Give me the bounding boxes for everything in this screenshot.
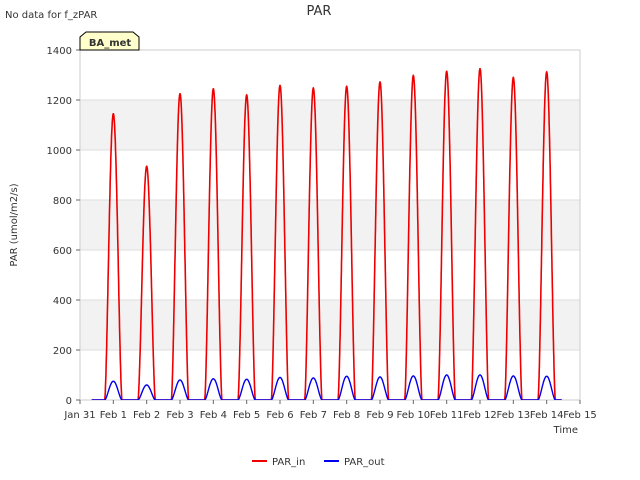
x-tick-label: Feb 4 bbox=[200, 410, 227, 421]
x-tick-label: Feb 3 bbox=[166, 410, 193, 421]
par-chart: 0 200 400 600 800 1000 1200 1400 Jan 31 Feb 1 Feb… bbox=[5, 4, 597, 468]
site-badge: BA_met bbox=[79, 31, 140, 51]
x-tick-label: Feb 9 bbox=[366, 410, 393, 421]
y-axis-ticks: 0 200 400 600 800 1000 1200 1400 bbox=[47, 46, 80, 407]
y-axis-label: PAR (umol/m2/s) bbox=[9, 183, 20, 266]
x-tick-label: Feb 11 bbox=[430, 410, 464, 421]
grid-bands bbox=[80, 100, 580, 350]
y-tick-label: 400 bbox=[53, 296, 72, 307]
x-tick-label: Feb 14 bbox=[530, 410, 564, 421]
y-tick-label: 800 bbox=[53, 196, 72, 207]
y-tick-label: 200 bbox=[53, 346, 72, 357]
x-tick-label: Feb 13 bbox=[497, 410, 531, 421]
corner-note: No data for f_zPAR bbox=[5, 10, 97, 21]
x-tick-label: Feb 12 bbox=[463, 410, 497, 421]
y-tick-label: 600 bbox=[53, 246, 72, 257]
y-tick-label: 1200 bbox=[47, 96, 72, 107]
x-tick-label: Feb 2 bbox=[133, 410, 160, 421]
x-tick-label: Feb 8 bbox=[333, 410, 360, 421]
legend: PAR_in PAR_out bbox=[252, 457, 385, 468]
y-tick-label: 0 bbox=[66, 396, 72, 407]
x-tick-label: Feb 5 bbox=[233, 410, 260, 421]
x-tick-label: Feb 1 bbox=[100, 410, 127, 421]
chart-title: PAR bbox=[307, 4, 332, 19]
x-tick-label: Feb 6 bbox=[266, 410, 293, 421]
x-tick-label: Feb 10 bbox=[397, 410, 431, 421]
grid-band bbox=[80, 100, 580, 150]
grid-band bbox=[80, 300, 580, 350]
x-tick-label: Jan 31 bbox=[63, 410, 95, 421]
x-tick-label: Feb 15 bbox=[563, 410, 597, 421]
x-axis-ticks: Jan 31 Feb 1 Feb 2 Feb 3 Feb 4 Feb 5 Feb 6 Feb … bbox=[63, 400, 597, 421]
legend-label-par-out: PAR_out bbox=[344, 457, 385, 468]
y-tick-label: 1000 bbox=[47, 146, 72, 157]
x-tick-label: Feb 7 bbox=[300, 410, 327, 421]
x-axis-label: Time bbox=[553, 425, 578, 436]
y-tick-label: 1400 bbox=[47, 46, 72, 57]
site-badge-label: BA_met bbox=[89, 38, 132, 49]
grid-band bbox=[80, 200, 580, 250]
legend-label-par-in: PAR_in bbox=[272, 457, 305, 468]
